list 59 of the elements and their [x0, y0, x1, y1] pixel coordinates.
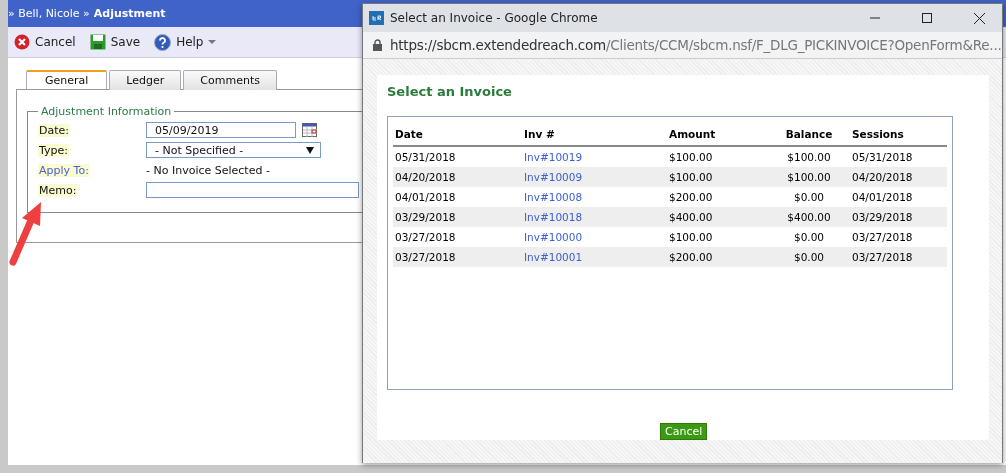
table-cell: $400.00 [768, 207, 850, 227]
table-cell: 03/27/2018 [393, 247, 522, 267]
table-cell: $400.00 [667, 207, 768, 227]
cancel-button[interactable]: Cancel [660, 423, 708, 440]
table-cell: 03/29/2018 [850, 207, 947, 227]
lock-icon [373, 39, 382, 51]
invoice-link[interactable]: Inv#10000 [524, 231, 583, 243]
table-cell: 03/27/2018 [850, 247, 947, 267]
table-cell: 04/01/2018 [393, 187, 522, 207]
table-cell: 05/31/2018 [850, 146, 947, 167]
table-cell: 04/01/2018 [850, 187, 947, 207]
invoice-link[interactable]: Inv#10008 [524, 191, 583, 203]
tab[interactable]: Ledger [109, 70, 182, 90]
apply-to-link[interactable]: Apply To: [38, 163, 90, 177]
toolbar-button[interactable]: Help [154, 33, 217, 51]
section-legend: Adjustment Information [38, 105, 175, 118]
table-cell: $200.00 [667, 187, 768, 207]
table-cell: $100.00 [768, 146, 850, 167]
cancel-icon [14, 34, 30, 50]
date-field[interactable]: 05/09/2019 [146, 122, 296, 138]
app-logo-icon [369, 11, 384, 25]
help-icon [154, 33, 172, 51]
tab[interactable]: General [26, 70, 108, 89]
table-cell: $200.00 [667, 247, 768, 267]
table-cell: 03/29/2018 [393, 207, 522, 227]
breadcrumb-path: » Bell, Nicole » [8, 7, 90, 20]
column-header: Inv # [522, 125, 667, 146]
table-cell: 04/20/2018 [850, 167, 947, 187]
toolbar-button[interactable]: Save [89, 34, 141, 50]
column-header: Sessions [850, 125, 947, 146]
page-title: Adjustment [93, 7, 166, 20]
table-cell: $100.00 [768, 167, 850, 187]
dialog-heading: Select an Invoice [387, 84, 513, 99]
table-cell: $100.00 [667, 167, 768, 187]
tab[interactable]: Comments [183, 70, 277, 90]
table-cell: $0.00 [768, 187, 850, 207]
field-label: Date: [38, 123, 70, 137]
close-icon [973, 12, 985, 24]
table-cell: $100.00 [667, 146, 768, 167]
field-label: Type: [38, 143, 69, 157]
dropdown-arrow-icon [306, 146, 314, 154]
column-header: Date [393, 125, 522, 146]
invoice-link[interactable]: Inv#10019 [524, 151, 583, 163]
column-header: Balance [768, 125, 850, 146]
table-cell: $0.00 [768, 227, 850, 247]
table-cell: 05/31/2018 [393, 146, 522, 167]
maximize-icon [922, 13, 932, 23]
calendar-icon[interactable] [302, 123, 317, 137]
table-cell: 04/20/2018 [393, 167, 522, 187]
memo-field[interactable] [146, 182, 359, 198]
table-cell: $0.00 [768, 247, 850, 267]
field-label: Memo: [38, 183, 78, 197]
type-dropdown[interactable]: - Not Specified - [146, 142, 321, 158]
table-cell: $100.00 [667, 227, 768, 247]
column-header: Amount [667, 125, 768, 146]
toolbar-button[interactable]: Cancel [14, 34, 76, 50]
table-cell: 03/27/2018 [850, 227, 947, 247]
table-cell: 03/27/2018 [393, 227, 522, 247]
window-title: Select an Invoice - Google Chrome [390, 11, 599, 25]
